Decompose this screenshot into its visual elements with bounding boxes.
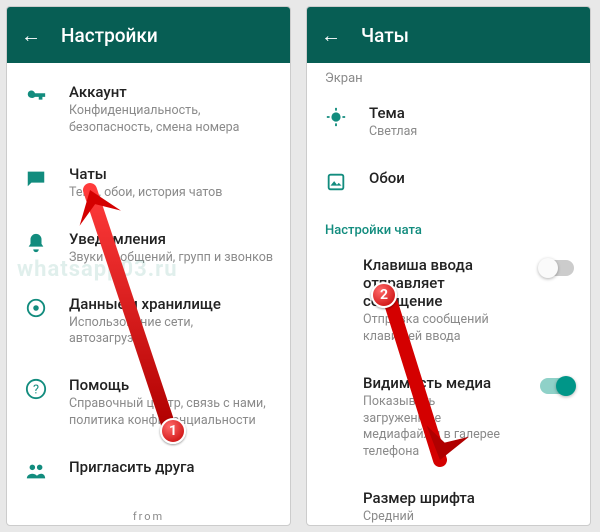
page-title: Чаты <box>361 24 409 47</box>
item-label: Данные и хранилище <box>69 295 274 313</box>
item-sub: Показывать загруженные медиафайлы в гале… <box>363 394 512 462</box>
chats-settings-list: Экран Тема Светлая Обои Настройки чата К… <box>307 63 590 526</box>
settings-item-chats[interactable]: Чаты Тема, обои, история чатов <box>7 151 290 216</box>
bell-icon <box>25 232 47 258</box>
header: ← Настройки <box>7 7 290 63</box>
item-label: Тема <box>369 104 574 122</box>
toggle-enter-sends[interactable] <box>540 260 574 276</box>
data-icon <box>25 297 47 323</box>
setting-wallpaper[interactable]: Обои <box>307 155 590 211</box>
setting-theme[interactable]: Тема Светлая <box>307 90 590 155</box>
item-sub: Средний <box>363 509 574 526</box>
chat-icon <box>25 167 47 193</box>
settings-screen: ← Настройки Аккаунт Конфиденциальность, … <box>6 6 291 526</box>
settings-item-notifications[interactable]: Уведомления Звуки сообщений, групп и зво… <box>7 216 290 281</box>
key-icon <box>25 85 47 111</box>
invite-icon <box>25 460 47 486</box>
help-icon: ? <box>25 378 47 404</box>
setting-enter-sends[interactable]: Клавиша ввода отправляет сообщение Отпра… <box>307 242 590 360</box>
setting-media-visibility[interactable]: Видимость медиа Показывать загруженные м… <box>307 360 590 476</box>
page-title: Настройки <box>61 24 158 47</box>
svg-text:?: ? <box>33 383 39 398</box>
section-chat-settings: Настройки чата <box>307 211 590 242</box>
settings-item-account[interactable]: Аккаунт Конфиденциальность, безопасность… <box>7 69 290 151</box>
item-label: Помощь <box>69 376 274 394</box>
annotation-badge-2: 2 <box>371 282 397 308</box>
back-icon[interactable]: ← <box>21 25 41 45</box>
settings-list: Аккаунт Конфиденциальность, безопасность… <box>7 63 290 526</box>
item-label: Видимость медиа <box>363 374 512 392</box>
from-facebook: from FACEBOOK <box>7 510 290 526</box>
back-icon[interactable]: ← <box>321 25 341 45</box>
toggle-media-visibility[interactable] <box>540 378 574 394</box>
item-sub: Использование сети, автозагрузка <box>69 315 274 349</box>
item-sub: Светлая <box>369 124 574 141</box>
item-label: Уведомления <box>69 230 274 248</box>
item-label: Пригласить друга <box>69 458 274 476</box>
item-label: Аккаунт <box>69 83 274 101</box>
item-label: Чаты <box>69 165 274 183</box>
setting-font-size[interactable]: Размер шрифта Средний <box>307 475 590 526</box>
wallpaper-icon <box>325 171 347 197</box>
chats-settings-screen: ← Чаты Экран Тема Светлая Обои Настройки… <box>306 6 591 526</box>
section-screen: Экран <box>307 69 590 90</box>
item-sub: Конфиденциальность, безопасность, смена … <box>69 103 274 137</box>
annotation-badge-1: 1 <box>160 418 186 444</box>
item-sub: Тема, обои, история чатов <box>69 185 274 202</box>
item-label: Обои <box>369 169 574 187</box>
item-label: Размер шрифта <box>363 489 574 507</box>
settings-item-invite[interactable]: Пригласить друга <box>7 444 290 500</box>
item-sub: Звуки сообщений, групп и звонков <box>69 250 274 267</box>
theme-icon <box>325 106 347 132</box>
item-sub: Отправка сообщений клавишей ввода <box>363 312 512 346</box>
settings-item-data[interactable]: Данные и хранилище Использование сети, а… <box>7 281 290 363</box>
header: ← Чаты <box>307 7 590 63</box>
settings-item-help[interactable]: ? Помощь Справочный центр, связь с нами,… <box>7 362 290 444</box>
